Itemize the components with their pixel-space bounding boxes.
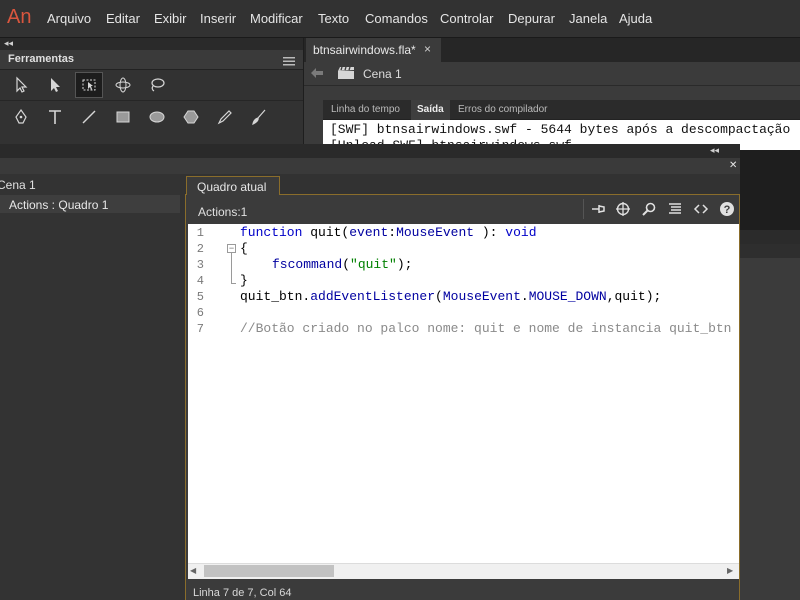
subselection-tool-icon[interactable] xyxy=(41,72,69,98)
code-token: : xyxy=(388,225,397,240)
code-token: MouseEvent xyxy=(396,225,475,240)
code-token: . xyxy=(520,289,529,304)
output-line: [SWF] btnsairwindows.swf - 5644 bytes ap… xyxy=(330,122,791,137)
line-number: 4 xyxy=(196,274,204,288)
menu-inserir[interactable]: Inserir xyxy=(200,11,236,26)
pen-tool-icon[interactable] xyxy=(7,104,35,130)
line-tool-icon[interactable] xyxy=(75,104,103,130)
menu-janela[interactable]: Janela xyxy=(569,11,607,26)
rectangle-tool-icon[interactable] xyxy=(109,104,137,130)
lasso-tool-icon[interactable] xyxy=(143,72,171,98)
document-tab-label: btnsairwindows.fla* xyxy=(313,43,416,57)
tab-compiler-errors[interactable]: Erros do compilador xyxy=(452,100,553,120)
line-number: 5 xyxy=(196,290,204,304)
background-panel-strip xyxy=(740,244,800,258)
code-token: quit_btn. xyxy=(240,289,311,304)
menu-comandos[interactable]: Comandos xyxy=(365,11,428,26)
code-token: MOUSE_DOWN xyxy=(528,289,607,304)
collapse-arrows-icon[interactable]: ◂◂ xyxy=(4,38,13,49)
code-fold-guide xyxy=(231,250,232,284)
cursor-position-status: Linha 7 de 7, Col 64 xyxy=(193,587,292,599)
code-line-4: } xyxy=(240,273,248,288)
tools-panel-title: Ferramentas xyxy=(8,53,75,65)
menu-exibir[interactable]: Exibir xyxy=(154,11,187,26)
code-token: quit( xyxy=(302,225,350,240)
text-tool-icon[interactable] xyxy=(41,104,69,130)
code-fold-toggle-icon[interactable]: − xyxy=(227,244,236,253)
help-icon[interactable]: ? xyxy=(717,199,737,219)
navigator-scene-item[interactable]: Cena 1 xyxy=(0,178,36,192)
code-token: addEventListener xyxy=(310,289,436,304)
line-number: 1 xyxy=(196,226,204,240)
code-token: ): xyxy=(474,225,506,240)
oval-tool-icon[interactable] xyxy=(143,104,171,130)
code-token: void xyxy=(505,225,537,240)
pencil-tool-icon[interactable] xyxy=(211,104,239,130)
tools-panel-collapse-bar[interactable]: ◂◂ xyxy=(0,38,303,50)
code-token: event xyxy=(349,225,389,240)
scroll-left-icon[interactable]: ◀ xyxy=(190,566,196,575)
scene-clapper-icon xyxy=(337,66,355,80)
line-number: 3 xyxy=(196,258,204,272)
code-line-3: fscommand("quit"); xyxy=(272,257,412,272)
code-line-2: { xyxy=(240,241,248,256)
menu-controlar[interactable]: Controlar xyxy=(440,11,493,26)
find-icon[interactable] xyxy=(639,199,659,219)
menu-editar[interactable]: Editar xyxy=(106,11,140,26)
code-format-icon[interactable] xyxy=(665,199,685,219)
script-target-label: Actions:1 xyxy=(198,205,248,219)
toolbar-divider xyxy=(583,199,584,219)
actions-window-titlebar xyxy=(0,158,740,174)
tab-current-frame-label: Quadro atual xyxy=(197,180,267,194)
tab-output[interactable]: Saída xyxy=(411,100,450,120)
scroll-right-icon[interactable]: ▶ xyxy=(727,566,733,575)
3d-rotation-tool-icon[interactable] xyxy=(109,72,137,98)
code-line-1: function quit(event:MouseEvent ): void xyxy=(240,225,537,240)
code-token: ,quit); xyxy=(606,289,662,304)
code-line-5: quit_btn.addEventListener(MouseEvent.MOU… xyxy=(240,289,661,304)
code-editor[interactable] xyxy=(188,224,739,564)
line-number: 6 xyxy=(196,306,204,320)
scene-label: Cena 1 xyxy=(363,67,402,81)
brush-tool-icon[interactable] xyxy=(245,104,273,130)
close-tab-icon[interactable]: × xyxy=(424,42,431,56)
polystar-tool-icon[interactable] xyxy=(177,104,205,130)
menu-modificar[interactable]: Modificar xyxy=(250,11,303,26)
panel-menu-icon[interactable] xyxy=(283,55,295,66)
close-window-icon[interactable]: ✕ xyxy=(729,160,737,171)
menu-arquivo[interactable]: Arquivo xyxy=(47,11,91,26)
script-navigator xyxy=(0,174,180,600)
background-panel-strip xyxy=(740,230,800,244)
tab-timeline[interactable]: Linha do tempo xyxy=(325,100,406,120)
line-number: 2 xyxy=(196,242,204,256)
tools-row-divider xyxy=(0,100,303,101)
menu-depurar[interactable]: Depurar xyxy=(508,11,555,26)
line-number: 7 xyxy=(196,322,204,336)
svg-text:?: ? xyxy=(724,204,731,216)
navigator-actions-item[interactable]: Actions : Quadro 1 xyxy=(9,198,108,212)
scrollbar-thumb[interactable] xyxy=(204,565,334,577)
code-token: function xyxy=(240,225,303,240)
code-line-7: //Botão criado no palco nome: quit e nom… xyxy=(240,321,732,336)
pin-script-icon[interactable] xyxy=(588,199,608,219)
menu-texto[interactable]: Texto xyxy=(318,11,349,26)
code-token: ( xyxy=(435,289,443,304)
code-token: ); xyxy=(396,257,413,272)
code-token: ( xyxy=(342,257,351,272)
free-transform-tool-icon[interactable] xyxy=(75,72,103,98)
target-icon[interactable] xyxy=(613,199,633,219)
code-snippets-icon[interactable] xyxy=(691,199,711,219)
code-token: fscommand xyxy=(272,257,343,272)
menu-ajuda[interactable]: Ajuda xyxy=(619,11,652,26)
selection-tool-icon[interactable] xyxy=(7,72,35,98)
background-panel xyxy=(740,230,800,600)
back-arrow-icon[interactable] xyxy=(310,67,324,79)
actions-window-drag-bar[interactable] xyxy=(0,144,740,158)
code-token: "quit" xyxy=(350,257,397,272)
code-token: MouseEvent xyxy=(442,289,521,304)
app-logo: An xyxy=(7,6,32,28)
collapse-panel-icon[interactable]: ◂◂ xyxy=(710,145,719,156)
code-fold-end xyxy=(231,283,236,284)
